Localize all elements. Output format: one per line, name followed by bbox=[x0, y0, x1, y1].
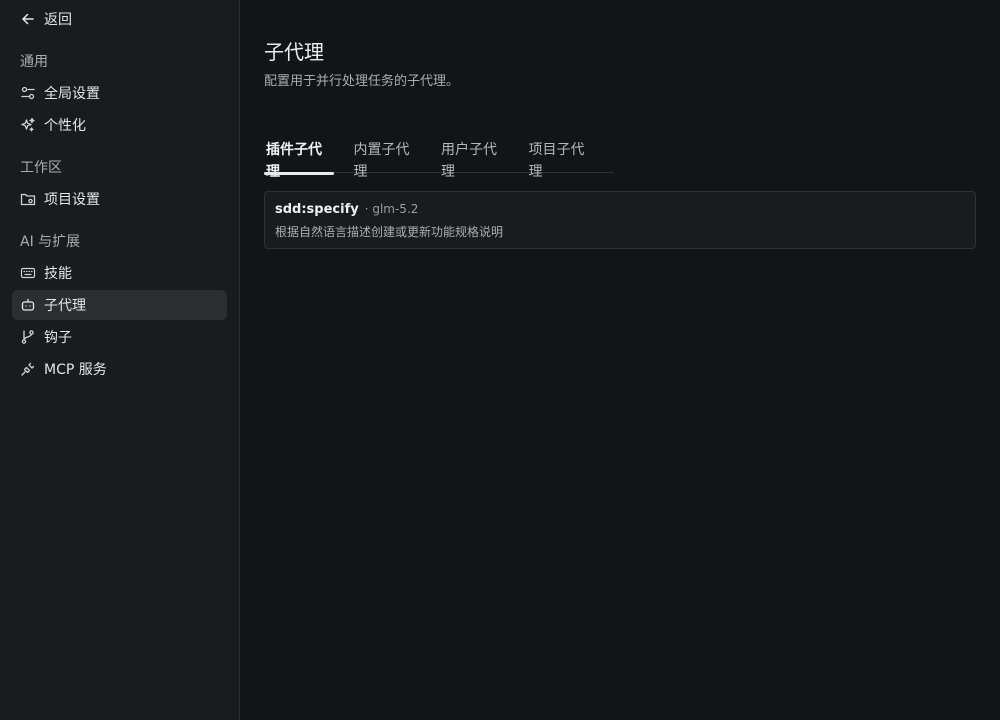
main-content: 子代理 配置用于并行处理任务的子代理。 插件子代理 内置子代理 用户子代理 项目… bbox=[240, 0, 1000, 720]
sidebar-item-label: 个性化 bbox=[44, 118, 86, 134]
sidebar-item-label: 子代理 bbox=[44, 298, 86, 314]
sliders-icon bbox=[20, 85, 36, 101]
sidebar-item-global-settings[interactable]: 全局设置 bbox=[12, 78, 227, 108]
tab-builtin-subagents[interactable]: 内置子代理 bbox=[352, 139, 422, 180]
sidebar-item-skills[interactable]: 技能 bbox=[12, 258, 227, 288]
page-description: 配置用于并行处理任务的子代理。 bbox=[264, 74, 460, 89]
sidebar-item-label: 项目设置 bbox=[44, 192, 100, 208]
sidebar-item-label: 技能 bbox=[44, 266, 72, 282]
plug-icon bbox=[20, 361, 36, 377]
settings-window: 返回 通用 全局设置 个性化 工作区 项目设置 AI 与扩展 技能 子代理 钩子… bbox=[0, 0, 1000, 720]
subagent-tabs: 插件子代理 内置子代理 用户子代理 项目子代理 bbox=[264, 139, 614, 180]
sidebar-item-mcp-services[interactable]: MCP 服务 bbox=[12, 354, 227, 384]
sidebar: 返回 通用 全局设置 个性化 工作区 项目设置 AI 与扩展 技能 子代理 钩子… bbox=[0, 0, 240, 720]
subagent-model: · glm-5.2 bbox=[364, 202, 419, 216]
folder-gear-icon bbox=[20, 191, 36, 207]
git-branch-icon bbox=[20, 329, 36, 345]
page-title: 子代理 bbox=[264, 40, 324, 64]
section-label-workspace: 工作区 bbox=[20, 160, 62, 176]
subagent-card[interactable]: sdd:specify · glm-5.2 根据自然语言描述创建或更新功能规格说… bbox=[264, 191, 976, 249]
sidebar-item-personalization[interactable]: 个性化 bbox=[12, 110, 227, 140]
sidebar-item-label: MCP 服务 bbox=[44, 362, 107, 378]
sidebar-item-subagents[interactable]: 子代理 bbox=[12, 290, 227, 320]
tab-project-subagents[interactable]: 项目子代理 bbox=[527, 139, 597, 180]
section-label-general: 通用 bbox=[20, 54, 48, 70]
keyboard-icon bbox=[20, 265, 36, 281]
back-label: 返回 bbox=[44, 12, 72, 28]
subagent-description: 根据自然语言描述创建或更新功能规格说明 bbox=[275, 225, 504, 239]
tab-user-subagents[interactable]: 用户子代理 bbox=[439, 139, 509, 180]
arrow-left-icon bbox=[20, 11, 36, 27]
sidebar-item-project-settings[interactable]: 项目设置 bbox=[12, 184, 227, 214]
sidebar-item-hooks[interactable]: 钩子 bbox=[12, 322, 227, 352]
subagent-card-header: sdd:specify · glm-5.2 bbox=[275, 202, 965, 217]
robot-icon bbox=[20, 297, 36, 313]
back-button[interactable]: 返回 bbox=[0, 8, 239, 30]
sparkle-icon bbox=[20, 117, 36, 133]
sidebar-item-label: 全局设置 bbox=[44, 86, 100, 102]
section-label-ai-extensions: AI 与扩展 bbox=[20, 234, 81, 250]
tab-plugin-subagents[interactable]: 插件子代理 bbox=[264, 139, 334, 180]
subagent-name: sdd:specify bbox=[275, 202, 359, 217]
sidebar-item-label: 钩子 bbox=[44, 330, 72, 346]
